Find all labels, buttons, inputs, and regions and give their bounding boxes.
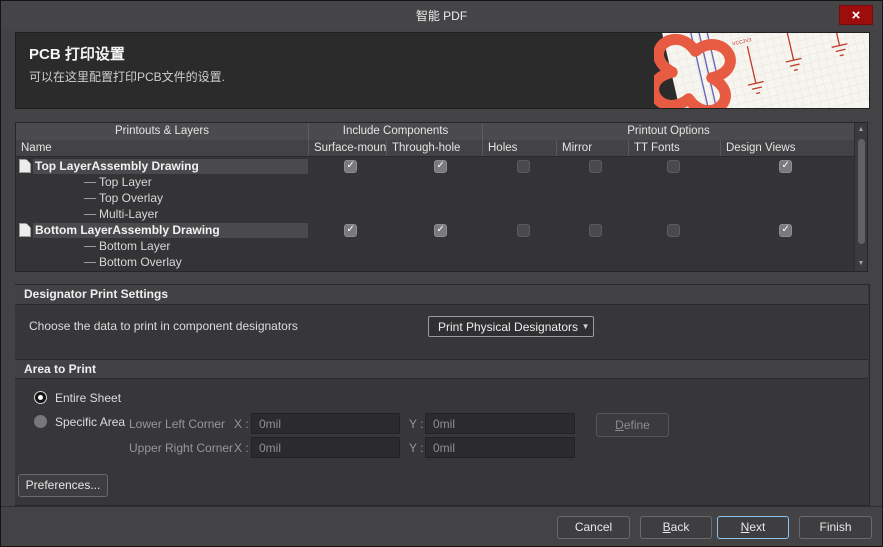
upper-right-y-input[interactable]: [425, 437, 575, 458]
designator-dropdown[interactable]: Print Physical Designators: [428, 316, 594, 337]
lower-left-x-input[interactable]: [251, 413, 400, 434]
group-header-printout-options: Printout Options: [482, 123, 854, 140]
back-button[interactable]: Back: [640, 516, 712, 539]
radio-entire-sheet[interactable]: [34, 391, 47, 404]
page-subtitle: 可以在这里配置打印PCB文件的设置.: [29, 70, 226, 84]
checkbox-holes[interactable]: [517, 224, 530, 237]
finish-button[interactable]: Finish: [799, 516, 872, 539]
printout-page-icon: [19, 223, 31, 237]
group-header-printouts-layers: Printouts & Layers: [115, 125, 209, 137]
tree-dash-icon: [84, 214, 96, 215]
checkbox-holes[interactable]: [517, 160, 530, 173]
layer-name: Top Overlay: [99, 191, 164, 205]
layer-name: Top Layer: [99, 175, 152, 189]
table-row printout-row-top-layer-assembly[interactable]: Top LayerAssembly Drawing: [16, 159, 854, 175]
layer-name: Bottom Overlay: [99, 255, 182, 269]
printout-page-icon: [19, 159, 31, 173]
scroll-down-icon[interactable]: [855, 258, 867, 270]
pdf-logo-art: VCC3V3 R1 1k: [654, 33, 869, 108]
checkbox-design-views[interactable]: [779, 160, 792, 173]
tree-dash-icon: [84, 262, 96, 263]
table-column-header-row: Name Surface-mount Through-hole Holes Mi…: [16, 140, 867, 157]
lower-left-y-input[interactable]: [425, 413, 575, 434]
table-scrollbar[interactable]: [854, 123, 867, 271]
group-header-include-components: Include Components: [308, 123, 482, 140]
entire-sheet-label[interactable]: Entire Sheet: [55, 391, 121, 405]
upper-right-y-label: Y :: [409, 441, 424, 455]
designator-choose-label: Choose the data to print in component de…: [29, 319, 298, 333]
checkbox-through-hole[interactable]: [434, 160, 447, 173]
next-button[interactable]: Next: [717, 516, 789, 539]
settings-panel: Designator Print Settings Choose the dat…: [15, 284, 870, 506]
window-title: 智能 PDF: [415, 9, 468, 23]
upper-right-x-label: X :: [234, 441, 249, 455]
banner: PCB 打印设置 可以在这里配置打印PCB文件的设置. VCC3V3: [15, 32, 870, 109]
printout-name: Bottom LayerAssembly Drawing: [35, 223, 220, 237]
table-row layer-row-bottom-layer[interactable]: Bottom Layer: [16, 239, 854, 255]
printouts-table: Printouts & Layers Include Components Pr…: [15, 122, 868, 272]
section-header-area: Area to Print: [15, 359, 868, 379]
column-header-tt-fonts: TT Fonts: [628, 140, 720, 156]
table-row layer-row-multi-layer[interactable]: Multi-Layer: [16, 207, 854, 223]
title-bar: 智能 PDF: [1, 1, 882, 30]
checkbox-through-hole[interactable]: [434, 224, 447, 237]
checkbox-surface-mount[interactable]: [344, 160, 357, 173]
column-header-mirror: Mirror: [556, 140, 628, 156]
column-header-design-views: Design Views: [720, 140, 854, 156]
scroll-up-icon[interactable]: [855, 124, 867, 136]
column-header-holes: Holes: [482, 140, 556, 156]
checkbox-tt-fonts[interactable]: [667, 224, 680, 237]
radio-specific-area[interactable]: [34, 415, 47, 428]
table-body: Top LayerAssembly Drawing Top Layer Top …: [16, 158, 854, 271]
page-title: PCB 打印设置: [29, 46, 125, 63]
lower-left-y-label: Y :: [409, 417, 424, 431]
checkbox-surface-mount[interactable]: [344, 224, 357, 237]
tree-dash-icon: [84, 198, 96, 199]
close-button close-icon[interactable]: [839, 5, 873, 25]
define-button[interactable]: Define: [596, 413, 669, 437]
section-header-designator: Designator Print Settings: [15, 285, 868, 305]
upper-right-corner-label: Upper Right Corner: [129, 441, 234, 455]
table-group-header-row: Printouts & Layers Include Components Pr…: [16, 123, 867, 140]
layer-name: Bottom Layer: [99, 239, 171, 253]
smart-pdf-dialog: { "window": { "title": "智能 PDF" }, "bann…: [0, 0, 883, 547]
column-header-name: Name: [21, 142, 52, 154]
table-row printout-row-bottom-layer-assembly[interactable]: Bottom LayerAssembly Drawing: [16, 223, 854, 239]
checkbox-mirror[interactable]: [589, 224, 602, 237]
footer-divider: [1, 506, 882, 507]
lower-left-x-label: X :: [234, 417, 249, 431]
column-header-through-hole: Through-hole: [386, 140, 482, 156]
designator-dropdown-value: Print Physical Designators: [438, 319, 579, 334]
tree-dash-icon: [84, 182, 96, 183]
tree-dash-icon: [84, 246, 96, 247]
column-header-surface-mount: Surface-mount: [308, 140, 386, 156]
upper-right-x-input[interactable]: [251, 437, 400, 458]
preferences-button[interactable]: Preferences...: [18, 474, 108, 497]
table-row layer-row-bottom-overlay[interactable]: Bottom Overlay: [16, 255, 854, 271]
table-row layer-row-top-layer[interactable]: Top Layer: [16, 175, 854, 191]
printout-name: Top LayerAssembly Drawing: [35, 159, 199, 173]
checkbox-tt-fonts[interactable]: [667, 160, 680, 173]
lower-left-corner-label: Lower Left Corner: [129, 417, 226, 431]
scrollbar-thumb[interactable]: [858, 139, 865, 244]
cancel-button[interactable]: Cancel: [557, 516, 630, 539]
table-row layer-row-top-overlay[interactable]: Top Overlay: [16, 191, 854, 207]
checkbox-design-views[interactable]: [779, 224, 792, 237]
specific-area-label[interactable]: Specific Area: [55, 415, 125, 429]
chevron-down-icon: [578, 322, 593, 331]
layer-name: Multi-Layer: [99, 207, 159, 221]
checkbox-mirror[interactable]: [589, 160, 602, 173]
